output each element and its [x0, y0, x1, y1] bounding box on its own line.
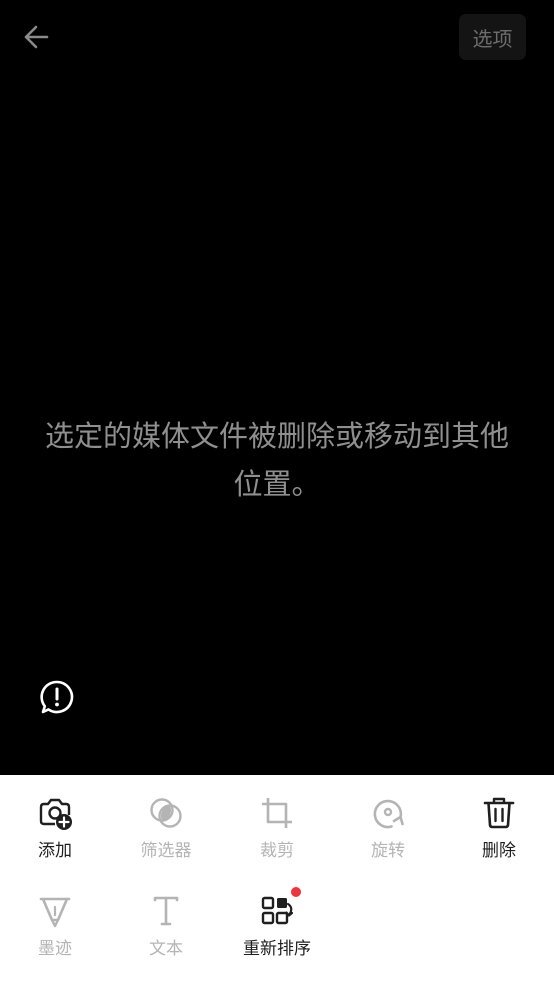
filter-circles-icon — [150, 798, 182, 828]
options-label: 选项 — [472, 26, 513, 51]
reorder-grid-icon — [261, 896, 294, 925]
pen-nib-icon — [39, 897, 71, 928]
exclamation-bubble-icon — [40, 680, 74, 714]
crop-label: 裁剪 — [260, 841, 294, 861]
trash-icon — [483, 797, 515, 829]
filter-label: 筛选器 — [140, 841, 192, 861]
rotate-label: 旋转 — [371, 841, 405, 861]
ink-label: 墨迹 — [38, 939, 72, 959]
text-button[interactable]: 文本 — [111, 873, 221, 963]
editing-toolbar: 添加 筛选器 裁剪 旋转 删除 墨迹 文本 重新排序 — [0, 775, 554, 984]
arrow-left-icon — [24, 25, 49, 49]
text-t-icon — [153, 896, 179, 926]
delete-button[interactable]: 删除 — [444, 775, 554, 865]
crop-icon — [262, 798, 292, 828]
missing-media-message: 选定的媒体文件被删除或移动到其他位置。 — [44, 419, 509, 501]
reorder-label: 重新排序 — [243, 939, 311, 959]
options-button[interactable]: 选项 — [459, 14, 526, 60]
rotate-button[interactable]: 旋转 — [333, 775, 443, 865]
filter-button[interactable]: 筛选器 — [111, 775, 221, 865]
camera-add-icon — [39, 798, 72, 830]
media-viewer: 选项 选定的媒体文件被删除或移动到其他位置。 — [0, 0, 554, 775]
rotate-icon — [373, 799, 404, 829]
feedback-button[interactable] — [38, 678, 76, 716]
new-feature-badge — [291, 887, 301, 897]
add-label: 添加 — [38, 841, 72, 861]
ink-button[interactable]: 墨迹 — [0, 873, 110, 963]
delete-label: 删除 — [482, 841, 516, 861]
add-button[interactable]: 添加 — [0, 775, 110, 865]
crop-button[interactable]: 裁剪 — [222, 775, 332, 865]
text-label: 文本 — [149, 939, 183, 959]
back-button[interactable] — [16, 17, 56, 57]
reorder-button[interactable]: 重新排序 — [222, 873, 332, 963]
